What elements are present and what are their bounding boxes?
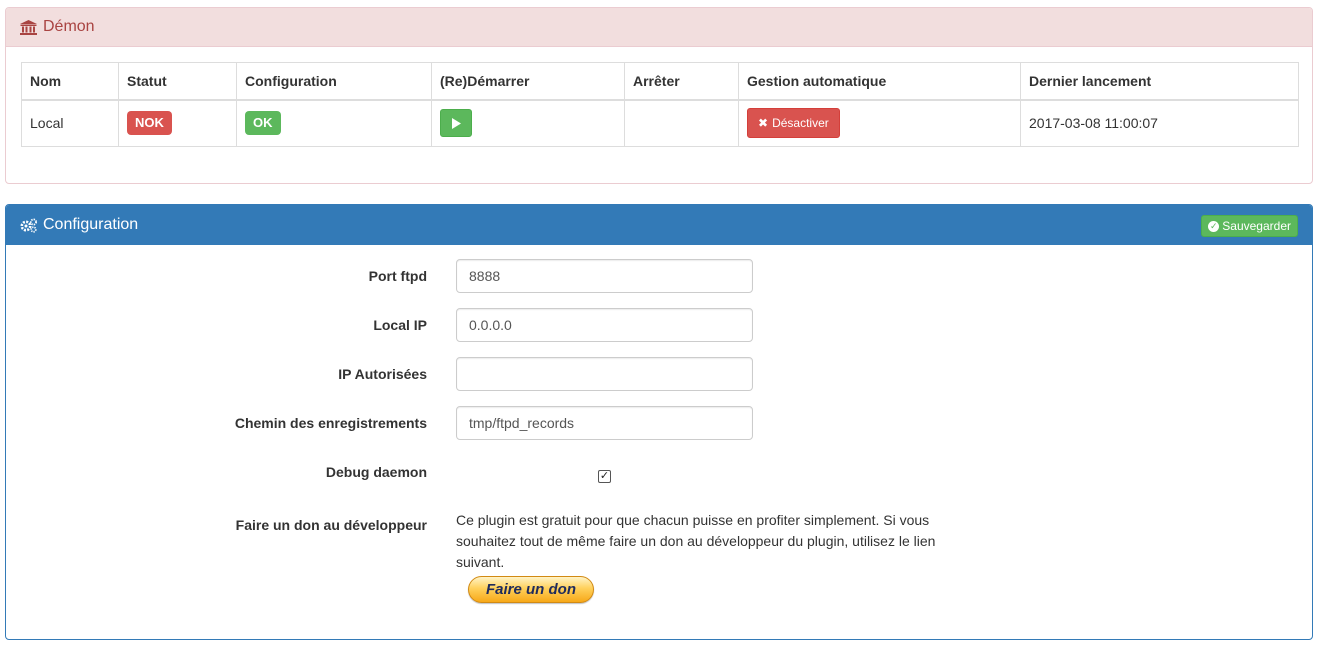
config-panel-title: Configuration [43,216,139,233]
demon-panel: Démon Nom Statut Configuration (Re)Démar… [5,7,1313,184]
ip-auth-input[interactable] [456,357,753,391]
save-button[interactable]: ✓ Sauvegarder [1201,215,1298,237]
port-label: Port ftpd [368,268,427,284]
demon-panel-header: Démon [6,8,1312,47]
cell-nom: Local [21,99,119,147]
demon-panel-title: Démon [43,18,95,35]
donate-text: Ce plugin est gratuit pour que chacun pu… [456,512,936,570]
deactivate-button[interactable]: ✖ Désactiver [747,108,840,139]
table-row: Local NOK OK ✖ Désactiver 2017-03-08 11:… [21,99,1299,147]
col-statut: Statut [118,62,237,101]
check-circle-icon: ✓ [1208,220,1220,232]
col-gestion-auto: Gestion automatique [738,62,1021,101]
debug-daemon-checkbox[interactable]: ✓ [598,470,611,483]
config-panel-header: Configuration ✓ Sauvegarder [6,205,1312,245]
save-button-label: Sauvegarder [1222,219,1291,233]
cell-dernier-lancement: 2017-03-08 11:00:07 [1020,99,1299,147]
debug-daemon-label: Debug daemon [325,464,427,480]
config-panel: Configuration ✓ Sauvegarder Port ftpd Lo… [5,204,1313,640]
restart-button[interactable] [440,109,472,138]
cogs-icon [20,218,37,233]
local-ip-input[interactable] [456,308,753,342]
deactivate-button-label: Désactiver [772,116,829,131]
port-input[interactable] [456,259,753,293]
col-configuration: Configuration [236,62,432,101]
status-badge: NOK [127,111,172,136]
donate-button[interactable]: Faire un don [468,576,594,603]
config-status-badge: OK [245,111,281,136]
col-nom: Nom [21,62,119,101]
cell-configuration: OK [236,99,432,147]
close-icon: ✖ [758,116,769,131]
cell-statut: NOK [118,99,237,147]
col-arreter: Arrêter [624,62,739,101]
donate-label: Faire un don au développeur [235,517,427,533]
col-dernier-lancement: Dernier lancement [1020,62,1299,101]
play-icon [452,117,461,129]
cell-gestion-auto: ✖ Désactiver [738,99,1021,147]
bank-icon [20,19,37,35]
records-path-label: Chemin des enregistrements [234,415,427,431]
cell-arreter [624,99,739,147]
demon-table: Nom Statut Configuration (Re)Démarrer Ar… [21,62,1299,147]
records-path-input[interactable] [456,406,753,440]
local-ip-label: Local IP [373,317,427,333]
cell-redemarrer [431,99,625,147]
col-redemarrer: (Re)Démarrer [431,62,625,101]
ip-auth-label: IP Autorisées [338,366,427,382]
demon-table-header: Nom Statut Configuration (Re)Démarrer Ar… [21,62,1299,101]
